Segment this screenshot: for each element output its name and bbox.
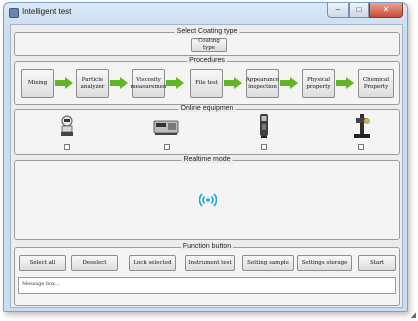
select-all-button[interactable]: Select all [19,255,66,271]
handheld-meter-checkbox[interactable] [261,144,267,150]
realtime-group: Realtime mode [14,156,400,240]
coating-group: Select Coating type Coating type [14,28,400,56]
coating-group-title: Select Coating type [174,28,240,35]
window-controls: ‒ □ ✕ [327,3,403,18]
deselect-button[interactable]: Deselect [71,255,118,271]
client-area: Select Coating type Coating type Procedu… [10,24,403,308]
step-particle-analyzer-button[interactable]: Particle analyzer [76,69,109,98]
settings-storage-button[interactable]: Settings storage [297,255,352,271]
arrow-right-icon [166,77,184,89]
lock-selected-button[interactable]: Lock selected [129,255,176,271]
app-icon [9,8,19,18]
minimize-button[interactable]: ‒ [327,3,349,18]
robot-device-checkbox[interactable] [64,144,70,150]
arrow-right-icon [110,77,128,89]
wireless-signal-icon [199,193,217,207]
procedures-group: Procedures Mixing Particle analyzer Visc… [14,57,400,105]
lab-analyzer-icon [153,120,179,135]
equipment-group-title: Online equipmen [178,105,236,112]
setting-sample-button[interactable]: Setting sample [242,255,294,271]
lab-analyzer-checkbox[interactable] [164,144,170,150]
test-stand-checkbox[interactable] [358,144,364,150]
instrument-test-button[interactable]: Instrument test [185,255,235,271]
procedures-group-title: Procedures [187,57,227,64]
title-bar: Intelligent test ‒ □ ✕ [4,3,407,23]
resize-grip-icon[interactable]: ◢ [411,311,416,319]
arrow-right-icon [280,77,298,89]
coating-type-button[interactable]: Coating type [191,38,227,52]
app-window: Intelligent test ‒ □ ✕ Select Coating ty… [3,2,408,312]
handheld-meter-icon [260,114,268,138]
arrow-right-icon [224,77,242,89]
robot-device-icon [61,115,73,136]
window-title: Intelligent test [22,7,72,16]
test-stand-icon [354,114,370,138]
maximize-button[interactable]: □ [349,3,369,18]
function-group-title: Function button [180,243,234,250]
arrow-right-icon [336,77,354,89]
realtime-group-title: Realtime mode [181,156,233,163]
close-button[interactable]: ✕ [369,3,403,18]
step-file-test-button[interactable]: File test [190,69,223,98]
step-mixing-button[interactable]: Mixing [21,69,54,98]
arrow-right-icon [55,77,73,89]
message-box[interactable]: Message box... [18,277,396,294]
step-physical-button[interactable]: Physical property [302,69,335,98]
step-chemical-button[interactable]: Chemical Property [358,69,394,98]
step-viscosity-button[interactable]: Viscosity measuremen [131,69,167,98]
equipment-group: Online equipmen [14,105,400,155]
start-button[interactable]: Start [358,255,396,271]
step-appearance-button[interactable]: Appearance inspection [246,69,279,98]
